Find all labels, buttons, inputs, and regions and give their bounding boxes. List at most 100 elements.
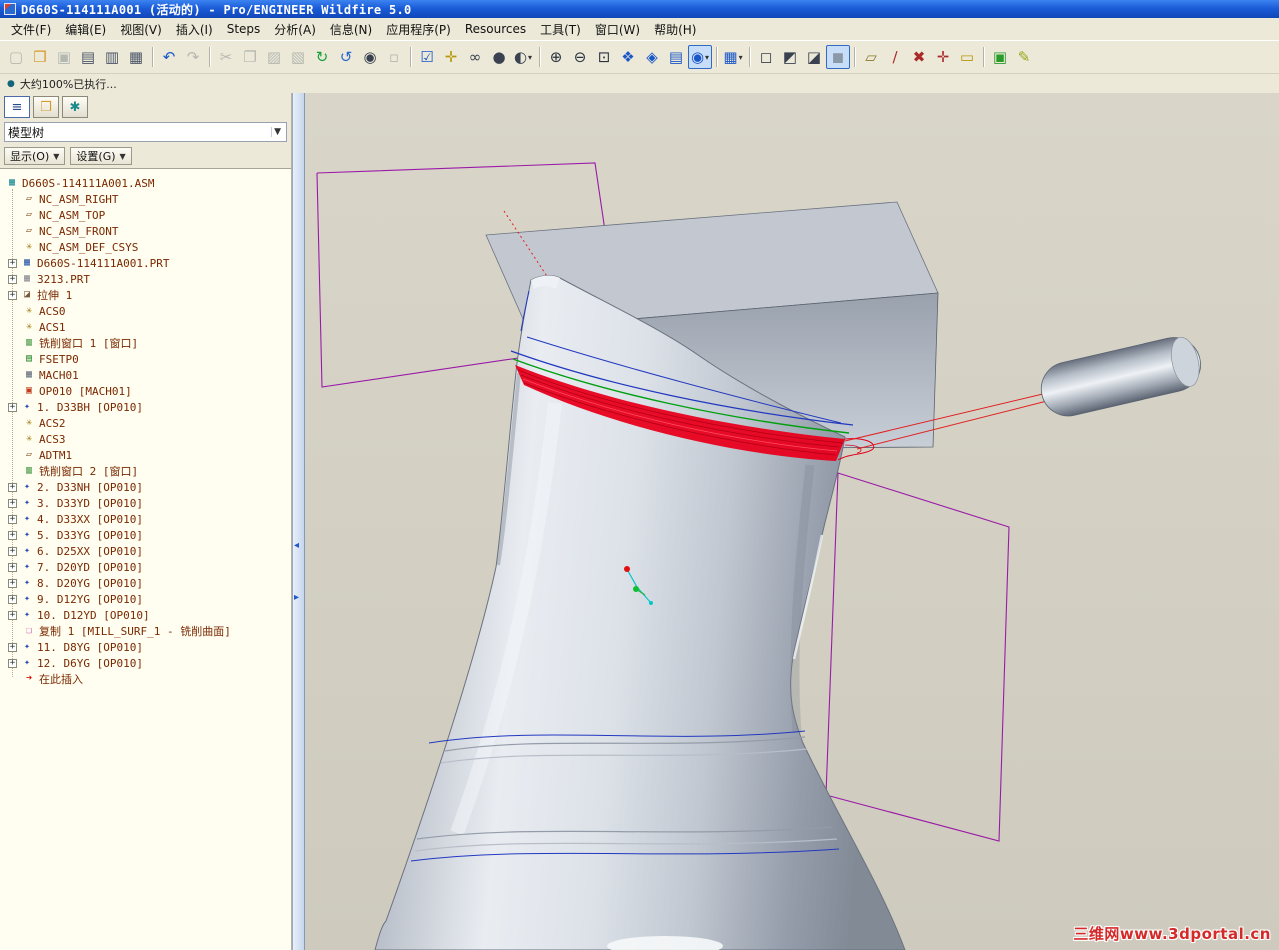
- tree-item-14[interactable]: + ✦ 1. D33BH [OP010]: [2, 399, 289, 415]
- print-button[interactable]: ▤: [76, 45, 100, 69]
- tree-item-29[interactable]: + ✦ 11. D8YG [OP010]: [2, 639, 289, 655]
- expand-icon[interactable]: +: [8, 514, 17, 524]
- menu-analysis[interactable]: 分析(A): [267, 19, 323, 40]
- layers-button[interactable]: ▤: [664, 45, 688, 69]
- refit-button[interactable]: ⊡: [592, 45, 616, 69]
- activate-window-button[interactable]: ▣: [988, 45, 1012, 69]
- tree-item-5[interactable]: + ▦ D660S-114111A001.PRT: [2, 255, 289, 271]
- expand-icon[interactable]: +: [8, 610, 17, 620]
- tree-item-8[interactable]: ✳ ACS0: [2, 303, 289, 319]
- edit-mode-button[interactable]: ✎: [1012, 45, 1036, 69]
- tree-item-26[interactable]: + ✦ 9. D12YG [OP010]: [2, 591, 289, 607]
- chevron-down-icon[interactable]: ▼: [271, 127, 283, 137]
- tree-item-13[interactable]: ▣ OP010 [MACH01]: [2, 383, 289, 399]
- regenerate-button[interactable]: ↻: [310, 45, 334, 69]
- tree-item-28[interactable]: ❏ 复制 1 [MILL_SURF_1 - 铣削曲面]: [2, 623, 289, 639]
- paste-special-button[interactable]: ▧: [286, 45, 310, 69]
- cut-button[interactable]: ✂: [214, 45, 238, 69]
- title-bar[interactable]: D660S-114111A001 (活动的) - Pro/ENGINEER Wi…: [0, 0, 1279, 18]
- tree-item-6[interactable]: + ▦ 3213.PRT: [2, 271, 289, 287]
- expand-icon[interactable]: +: [8, 594, 17, 604]
- undo-button[interactable]: ↶: [157, 45, 181, 69]
- folder-browser-tab[interactable]: ❒: [33, 96, 59, 118]
- redo-button[interactable]: ↷: [181, 45, 205, 69]
- expand-icon[interactable]: +: [8, 562, 17, 572]
- tree-item-9[interactable]: ✳ ACS1: [2, 319, 289, 335]
- expand-icon[interactable]: +: [8, 274, 17, 284]
- show-menu-button[interactable]: 显示(O) ▼: [4, 147, 66, 165]
- print-preview-button[interactable]: ▥: [100, 45, 124, 69]
- tree-item-21[interactable]: + ✦ 4. D33XX [OP010]: [2, 511, 289, 527]
- expand-icon[interactable]: +: [8, 546, 17, 556]
- menu-steps[interactable]: Steps: [220, 20, 268, 38]
- new-file-button[interactable]: ▢: [4, 45, 28, 69]
- saved-orientations-button[interactable]: ◈: [640, 45, 664, 69]
- find-button[interactable]: ◉: [358, 45, 382, 69]
- menu-insert[interactable]: 插入(I): [169, 19, 220, 40]
- expand-icon[interactable]: +: [8, 578, 17, 588]
- menu-tools[interactable]: 工具(T): [533, 19, 588, 40]
- expand-panel-icon[interactable]: ▸: [294, 593, 299, 603]
- tree-item-30[interactable]: + ✦ 12. D6YG [OP010]: [2, 655, 289, 671]
- menu-file[interactable]: 文件(F): [4, 19, 58, 40]
- tree-item-7[interactable]: + ◪ 拉伸 1: [2, 287, 289, 303]
- copy-button[interactable]: ❐: [238, 45, 262, 69]
- tree-item-2[interactable]: ▱ NC_ASM_TOP: [2, 207, 289, 223]
- collapse-panel-icon[interactable]: ◂: [294, 541, 299, 551]
- menu-window[interactable]: 窗口(W): [588, 19, 647, 40]
- open-file-button[interactable]: ❒: [28, 45, 52, 69]
- custom-regenerate-button[interactable]: ↺: [334, 45, 358, 69]
- paste-button[interactable]: ▨: [262, 45, 286, 69]
- datum-point-tool-button[interactable]: ✛: [439, 45, 463, 69]
- 3d-viewport[interactable]: 三维网www.3dportal.cn: [305, 93, 1279, 950]
- tree-item-18[interactable]: ▥ 铣削窗口 2 [窗口]: [2, 463, 289, 479]
- menu-info[interactable]: 信息(N): [323, 19, 379, 40]
- expand-icon[interactable]: +: [8, 402, 17, 412]
- hidden-line-display-button[interactable]: ◩: [778, 45, 802, 69]
- appearance-sphere-button[interactable]: ●: [487, 45, 511, 69]
- menu-help[interactable]: 帮助(H): [647, 19, 703, 40]
- annotation-display-button[interactable]: ▭: [955, 45, 979, 69]
- settings-menu-button[interactable]: 设置(G) ▼: [70, 147, 132, 165]
- expand-icon[interactable]: +: [8, 290, 17, 300]
- menu-applications[interactable]: 应用程序(P): [379, 19, 458, 40]
- zoom-out-button[interactable]: ⊖: [568, 45, 592, 69]
- smart-select-filter-button[interactable]: ☑: [415, 45, 439, 69]
- expand-icon[interactable]: +: [8, 530, 17, 540]
- tree-item-17[interactable]: ▱ ADTM1: [2, 447, 289, 463]
- menu-view[interactable]: 视图(V): [113, 19, 169, 40]
- save-file-button[interactable]: ▣: [52, 45, 76, 69]
- select-by-box-button[interactable]: ▫: [382, 45, 406, 69]
- print-setup-button[interactable]: ▦: [124, 45, 148, 69]
- tree-item-25[interactable]: + ✦ 8. D20YG [OP010]: [2, 575, 289, 591]
- expand-icon[interactable]: +: [8, 482, 17, 492]
- model-tree[interactable]: ▦ D660S-114111A001.ASM ▱ NC_ASM_RIGHT ▱ NC_AS…: [0, 168, 291, 950]
- tree-item-24[interactable]: + ✦ 7. D20YD [OP010]: [2, 559, 289, 575]
- tree-item-15[interactable]: ✳ ACS2: [2, 415, 289, 431]
- favorites-tab[interactable]: ✱: [62, 96, 88, 118]
- zoom-in-button[interactable]: ⊕: [544, 45, 568, 69]
- menu-resources[interactable]: Resources: [458, 20, 533, 38]
- menu-edit[interactable]: 编辑(E): [58, 19, 113, 40]
- panel-splitter[interactable]: ◂ ▸: [292, 93, 305, 950]
- wireframe-display-button[interactable]: ◻: [754, 45, 778, 69]
- expand-icon[interactable]: +: [8, 658, 17, 668]
- tree-item-20[interactable]: + ✦ 3. D33YD [OP010]: [2, 495, 289, 511]
- datum-axis-display-button[interactable]: ∕: [883, 45, 907, 69]
- tree-item-12[interactable]: ▦ MACH01: [2, 367, 289, 383]
- tree-title-bar[interactable]: 模型树 ▼: [4, 122, 287, 142]
- tree-item-16[interactable]: ✳ ACS3: [2, 431, 289, 447]
- shaded-display-button[interactable]: ◼: [826, 45, 850, 69]
- repaint-button[interactable]: ❖: [616, 45, 640, 69]
- expand-icon[interactable]: +: [8, 642, 17, 652]
- visibility-glasses-button[interactable]: ∞: [463, 45, 487, 69]
- tree-item-0[interactable]: ▦ D660S-114111A001.ASM: [2, 175, 289, 191]
- no-hidden-display-button[interactable]: ◪: [802, 45, 826, 69]
- csys-display-button[interactable]: ✛: [931, 45, 955, 69]
- expand-icon[interactable]: +: [8, 498, 17, 508]
- expand-icon[interactable]: +: [8, 258, 17, 268]
- tree-item-3[interactable]: ▱ NC_ASM_FRONT: [2, 223, 289, 239]
- point-display-button[interactable]: ✖: [907, 45, 931, 69]
- tree-item-10[interactable]: ▥ 铣削窗口 1 [窗口]: [2, 335, 289, 351]
- tree-item-19[interactable]: + ✦ 2. D33NH [OP010]: [2, 479, 289, 495]
